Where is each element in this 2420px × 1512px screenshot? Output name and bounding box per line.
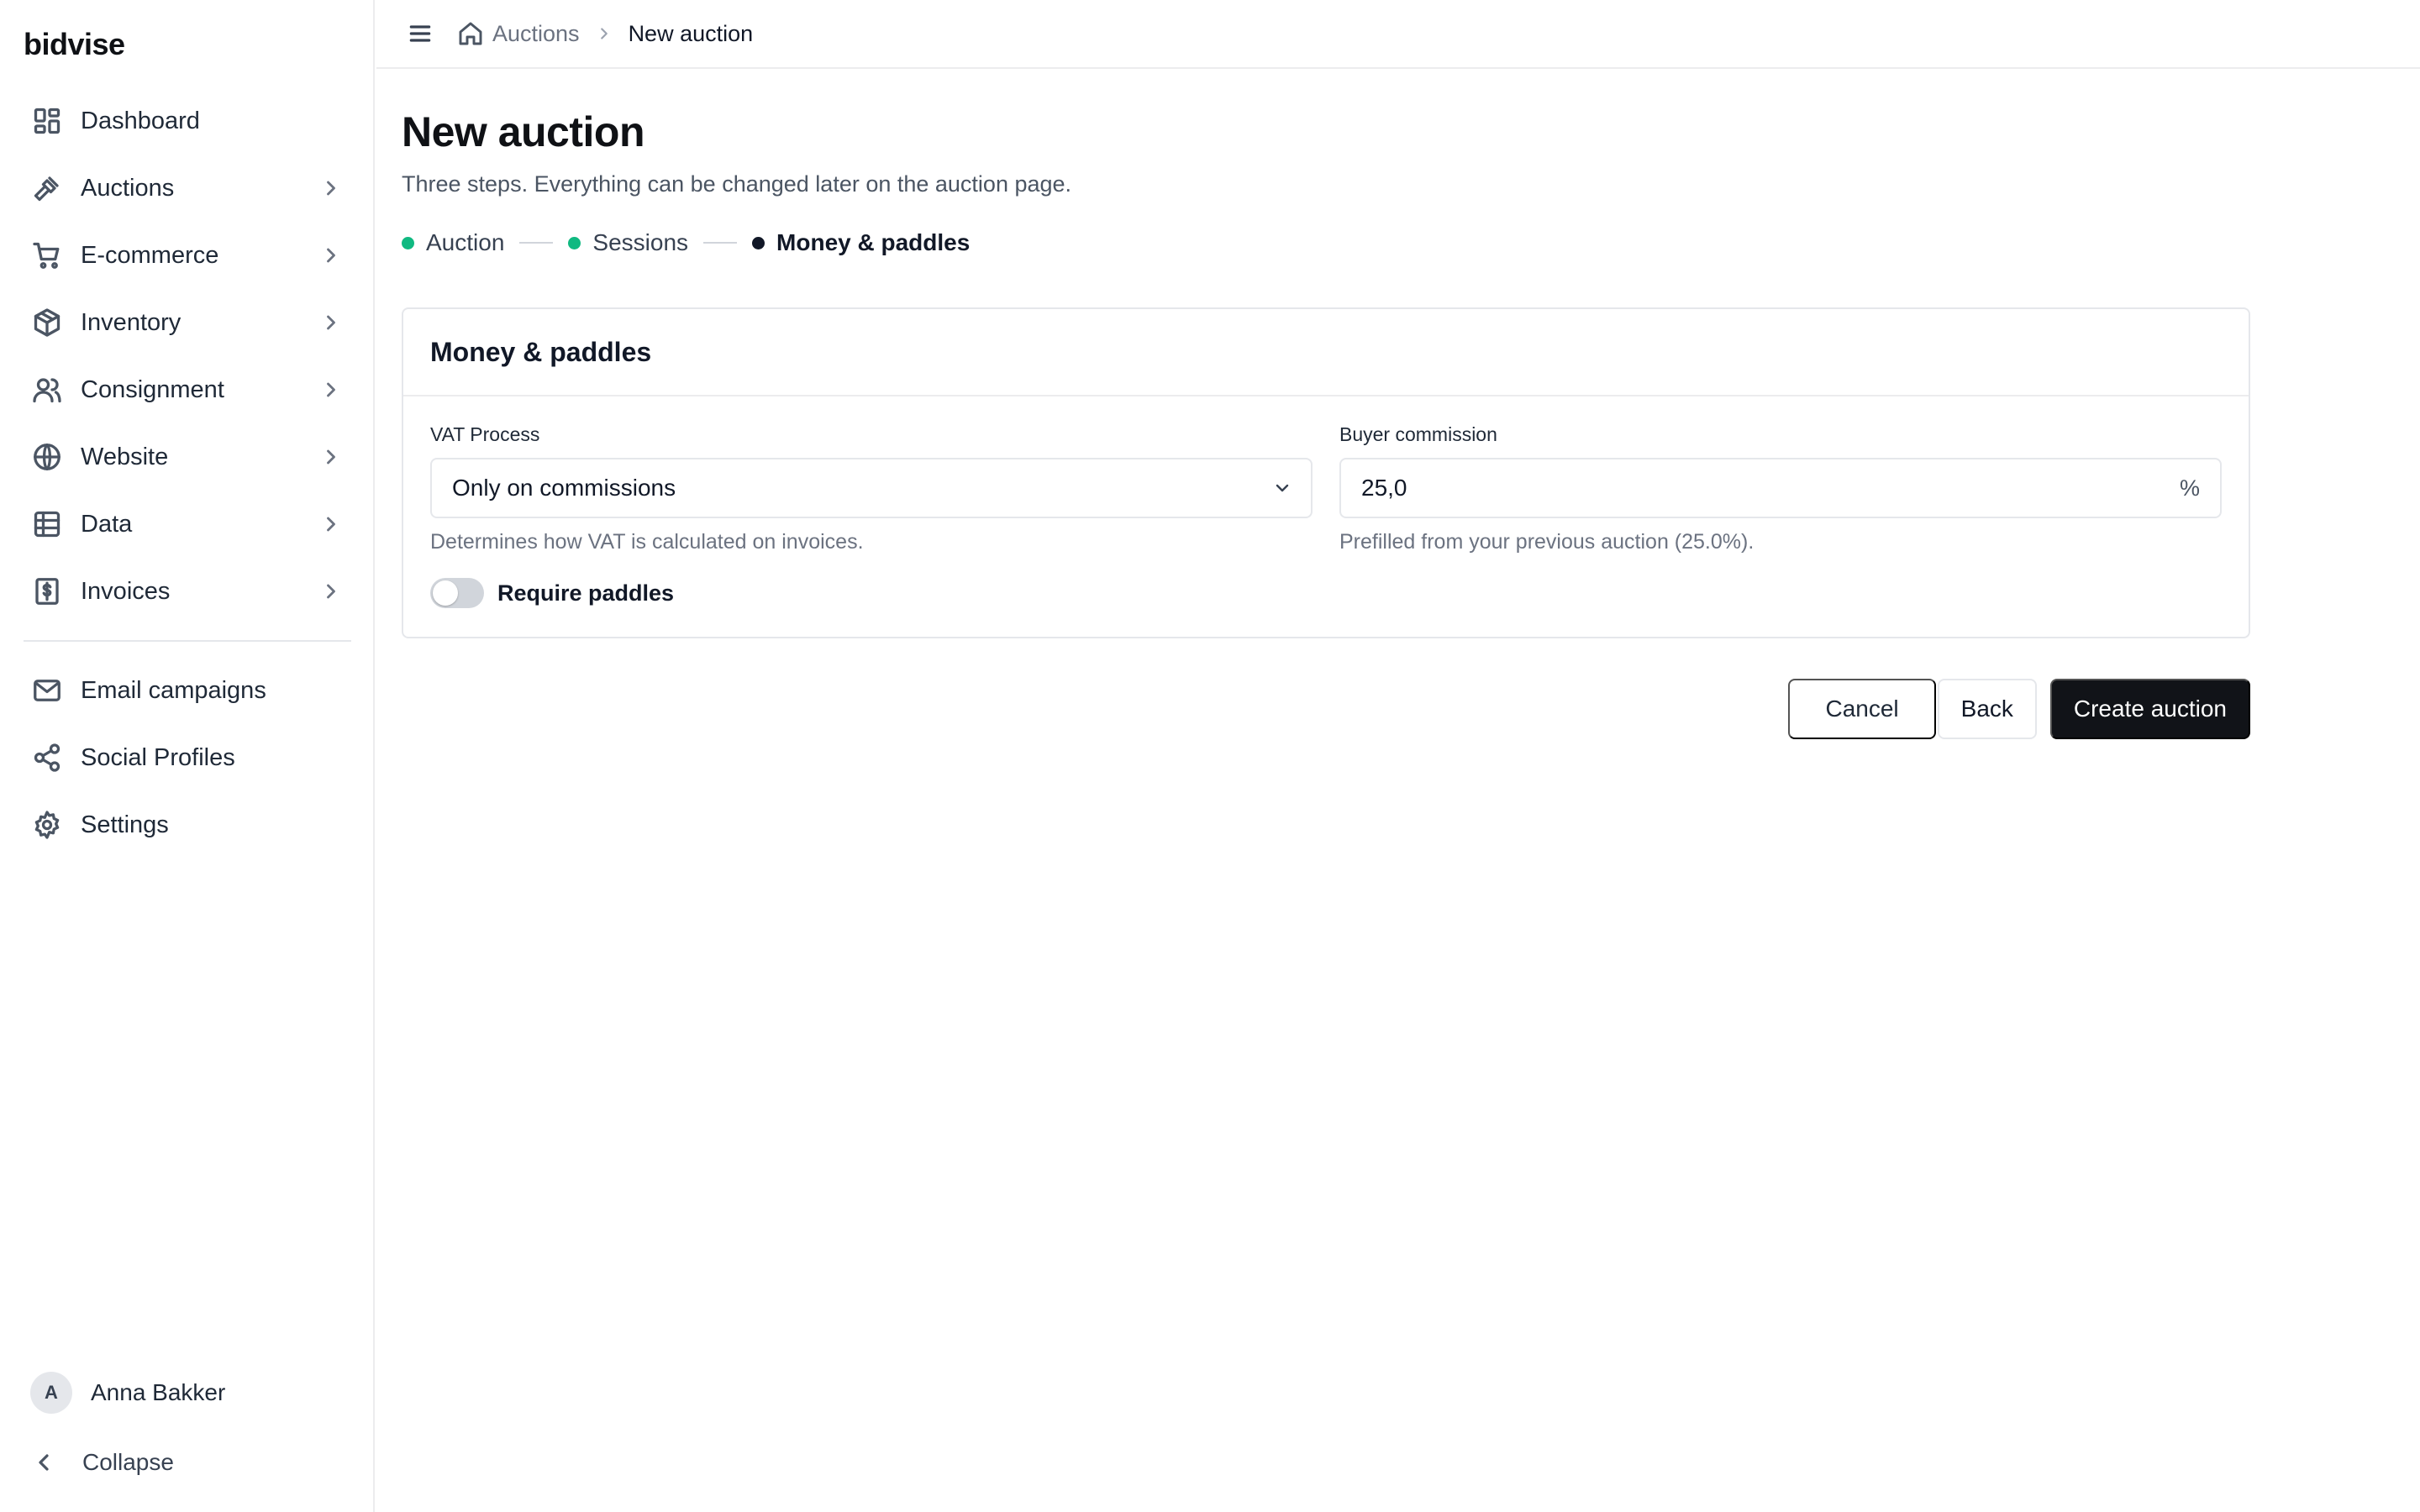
card-title: Money & paddles <box>430 336 652 367</box>
brand-logo: bidvise <box>24 27 125 61</box>
step-sessions[interactable]: Sessions <box>568 229 688 256</box>
main-content: New auction Three steps. Everything can … <box>402 69 2250 739</box>
step-connector <box>703 242 738 244</box>
sidebar-nav: Dashboard Auctions E-commerce Inventory … <box>24 87 351 858</box>
vat-process-field: VAT Process Only on commissions Determin… <box>430 423 1313 554</box>
buyer-commission-input[interactable]: 25,0 % <box>1339 458 2222 518</box>
sidebar-item-website[interactable]: Website <box>24 423 351 491</box>
money-paddles-card: Money & paddles VAT Process Only on comm… <box>402 307 2250 638</box>
chevron-right-icon <box>319 580 343 603</box>
vat-process-hint: Determines how VAT is calculated on invo… <box>430 530 864 554</box>
sidebar-item-label: Email campaigns <box>81 676 266 704</box>
chevron-right-icon <box>319 311 343 334</box>
menu-icon[interactable] <box>407 20 434 47</box>
step-connector <box>519 242 554 244</box>
step-done-dot <box>402 236 414 249</box>
sidebar: bidvise Dashboard Auctions E-commerce In… <box>0 0 375 1512</box>
sidebar-item-label: Auctions <box>81 174 175 202</box>
dashboard-icon <box>30 104 64 138</box>
step-label: Sessions <box>592 229 689 255</box>
invoice-icon <box>30 575 64 608</box>
chevron-right-icon <box>319 512 343 536</box>
chevron-left-icon <box>39 1454 49 1471</box>
sidebar-item-label: E-commerce <box>81 241 219 269</box>
sidebar-item-label: Dashboard <box>81 107 200 134</box>
topbar: Auctions New auction <box>376 0 2420 69</box>
vat-process-label: VAT Process <box>430 423 540 445</box>
percent-suffix: % <box>2179 475 2200 501</box>
step-current-dot <box>752 236 765 249</box>
share-icon <box>30 741 64 774</box>
step-done-dot <box>568 236 581 249</box>
sidebar-item-consignment[interactable]: Consignment <box>24 356 351 423</box>
step-auction[interactable]: Auction <box>402 229 504 256</box>
vat-process-select[interactable]: Only on commissions <box>430 458 1313 518</box>
collapse-label: Collapse <box>82 1449 174 1475</box>
breadcrumb-auctions[interactable]: Auctions <box>492 21 580 47</box>
collapse-button[interactable]: Collapse <box>30 1443 174 1482</box>
globe-icon <box>30 440 64 474</box>
chevron-down-icon <box>1272 478 1292 498</box>
chevron-right-icon <box>595 24 613 43</box>
sidebar-item-label: Inventory <box>81 308 182 336</box>
card-header: Money & paddles <box>403 309 2249 396</box>
sidebar-item-social-profiles[interactable]: Social Profiles <box>24 724 351 791</box>
avatar: A <box>30 1372 72 1414</box>
buyer-commission-label: Buyer commission <box>1339 423 1497 445</box>
buyer-commission-value: 25,0 <box>1361 475 1407 501</box>
page-title: New auction <box>402 108 644 155</box>
box-icon <box>30 306 64 339</box>
step-money-paddles[interactable]: Money & paddles <box>752 229 970 256</box>
sidebar-item-dashboard[interactable]: Dashboard <box>24 87 351 155</box>
sidebar-item-label: Consignment <box>81 375 224 403</box>
buyer-commission-hint: Prefilled from your previous auction (25… <box>1339 530 1754 554</box>
require-paddles-row[interactable]: Require paddles <box>430 578 674 608</box>
chevron-right-icon <box>319 244 343 267</box>
sidebar-item-label: Website <box>81 443 169 470</box>
home-icon[interactable] <box>457 20 484 47</box>
chevron-right-icon <box>319 445 343 469</box>
sidebar-item-data[interactable]: Data <box>24 491 351 558</box>
step-label: Auction <box>426 229 505 255</box>
toggle-knob <box>433 580 458 606</box>
sidebar-item-ecommerce[interactable]: E-commerce <box>24 222 351 289</box>
gavel-icon <box>30 171 64 205</box>
sidebar-item-invoices[interactable]: Invoices <box>24 558 351 625</box>
gear-icon <box>30 808 64 842</box>
breadcrumb-current: New auction <box>628 20 754 46</box>
sidebar-item-label: Invoices <box>81 577 171 605</box>
require-paddles-label: Require paddles <box>497 580 675 606</box>
sidebar-item-settings[interactable]: Settings <box>24 791 351 858</box>
sidebar-item-email-campaigns[interactable]: Email campaigns <box>24 657 351 724</box>
stepper: Auction Sessions Money & paddles <box>402 226 2250 260</box>
users-icon <box>30 373 64 407</box>
sidebar-item-label: Data <box>81 510 133 538</box>
cancel-button[interactable]: Cancel <box>1788 679 1936 739</box>
back-button[interactable]: Back <box>1937 679 2037 739</box>
chevron-right-icon <box>319 176 343 200</box>
mail-icon <box>30 674 64 707</box>
sidebar-item-label: Social Profiles <box>81 743 235 771</box>
table-icon <box>30 507 64 541</box>
sidebar-item-auctions[interactable]: Auctions <box>24 155 351 222</box>
sidebar-item-label: Settings <box>81 811 169 838</box>
user-profile[interactable]: A Anna Bakker <box>30 1371 225 1415</box>
require-paddles-toggle[interactable] <box>430 578 484 608</box>
vat-process-value: Only on commissions <box>452 475 676 501</box>
page-subtitle: Three steps. Everything can be changed l… <box>402 171 1072 197</box>
buyer-commission-field: Buyer commission 25,0 % Prefilled from y… <box>1339 423 2222 554</box>
sidebar-item-inventory[interactable]: Inventory <box>24 289 351 356</box>
cart-icon <box>30 239 64 272</box>
step-label: Money & paddles <box>776 229 971 255</box>
form-actions: Cancel Back Create auction <box>1788 679 2250 739</box>
chevron-right-icon <box>319 378 343 402</box>
sidebar-divider <box>24 640 351 642</box>
create-auction-button[interactable]: Create auction <box>2049 679 2250 739</box>
user-name: Anna Bakker <box>91 1379 226 1405</box>
app-root: bidvise Dashboard Auctions E-commerce In… <box>0 0 2420 1512</box>
